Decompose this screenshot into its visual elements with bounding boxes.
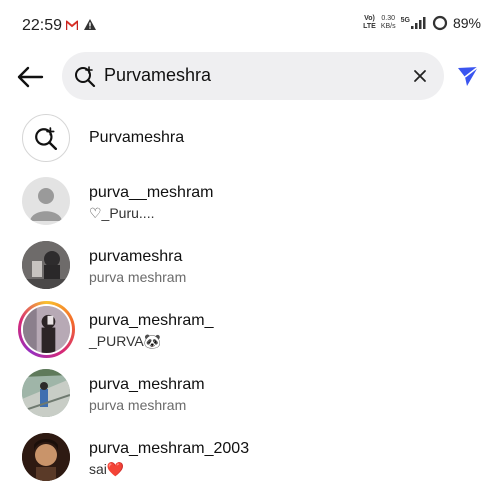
search-input[interactable]: Purvameshra [62, 52, 444, 100]
status-time: 22:59 [22, 17, 63, 34]
profile-photo-avatar [22, 433, 70, 481]
default-avatar [22, 177, 70, 225]
battery-icon [432, 15, 448, 31]
status-bar: 22:59 Vo) LTE 0.30 KB/s 5G 89% [0, 0, 497, 52]
keyword-search-icon-circle [22, 114, 70, 162]
profile-photo-avatar [23, 306, 70, 353]
signal-bars-icon [410, 17, 426, 29]
search-query-text[interactable]: Purvameshra [104, 65, 211, 86]
username: purva_meshram_ [89, 312, 214, 329]
battery-percent: 89% [452, 15, 481, 31]
profile-photo-avatar [22, 369, 70, 417]
clear-search-button[interactable] [410, 66, 430, 86]
close-icon [414, 70, 426, 82]
profile-photo-avatar [22, 241, 70, 289]
search-sparkle-icon [35, 127, 58, 150]
user-result-row[interactable]: purva__meshram ♡_Puru.... [0, 173, 497, 237]
alert-icon [84, 19, 96, 30]
username: purvameshra [89, 248, 183, 265]
user-result-row[interactable]: purva_meshram_ _PURVA🐼 [0, 301, 497, 365]
signal-label: 5G [400, 17, 410, 24]
search-header: Purvameshra [0, 52, 497, 102]
display-name: sai❤️ [89, 461, 125, 477]
username: purva_meshram_2003 [89, 440, 250, 457]
volte-indicator: Vo) LTE [363, 15, 376, 30]
display-name: ♡_Puru.... [89, 205, 155, 221]
keyword-suggestion-text: Purvameshra [89, 129, 185, 146]
user-result-row[interactable]: purva_meshram_2003 sai❤️ [0, 429, 497, 493]
display-name: _PURVA🐼 [89, 333, 162, 349]
search-sparkle-icon [75, 66, 96, 87]
user-result-row[interactable]: purvameshra purva meshram [0, 237, 497, 301]
keyword-suggestion-row[interactable]: Purvameshra [0, 106, 497, 170]
user-result-row[interactable]: purva_meshram purva meshram [0, 365, 497, 429]
username: purva__meshram [89, 184, 214, 201]
username: purva_meshram [89, 376, 205, 393]
gmail-icon [66, 19, 78, 30]
send-icon[interactable] [456, 64, 480, 88]
signal-indicator: 5G [401, 17, 427, 29]
back-arrow-icon [17, 66, 44, 88]
network-speed: 0.30 KB/s [380, 15, 396, 30]
display-name: purva meshram [89, 269, 187, 285]
back-button[interactable] [14, 61, 46, 93]
display-name: purva meshram [89, 397, 187, 413]
